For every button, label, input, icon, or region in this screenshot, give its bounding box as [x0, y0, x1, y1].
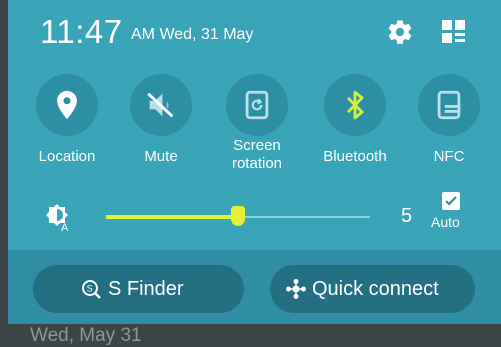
brightness-slider[interactable] [106, 206, 370, 226]
gear-icon[interactable] [386, 18, 414, 46]
check-icon [445, 196, 457, 206]
toggle-screen-rotation-button[interactable] [226, 74, 288, 136]
toggle-mute[interactable]: Mute [124, 74, 204, 182]
auto-brightness-label: Auto [431, 214, 460, 230]
s-finder-search-icon: S [82, 280, 101, 299]
toggle-nfc-button[interactable] [418, 74, 480, 136]
toggle-bluetooth[interactable]: Bluetooth [318, 74, 398, 182]
toggle-mute-button[interactable] [130, 74, 192, 136]
brightness-auto-icon: A [40, 200, 74, 234]
toggle-mute-label: Mute [144, 148, 178, 165]
clock-time: 11:47 [40, 13, 123, 50]
brightness-value: 5 [401, 205, 413, 227]
quick-connect-icon [286, 279, 306, 299]
brightness-slider-thumb[interactable] [231, 206, 245, 226]
toggle-screen-rotation[interactable]: Screen rotation [220, 74, 300, 182]
toggle-location-button[interactable] [36, 74, 98, 136]
toggle-location[interactable]: Location [30, 74, 110, 182]
toggle-bluetooth-button[interactable] [324, 74, 386, 136]
bluetooth-icon [346, 90, 364, 120]
brightness-row: A 5 Auto [8, 192, 501, 244]
svg-text:A: A [61, 222, 69, 234]
toggle-screen-rotation-label: Screen rotation [210, 137, 304, 173]
s-finder-label: S Finder [108, 278, 184, 300]
grid-edit-icon[interactable] [441, 19, 467, 45]
s-finder-button[interactable]: S S Finder [33, 265, 244, 313]
location-pin-icon [57, 90, 77, 120]
screen-rotation-icon [245, 90, 269, 120]
toggle-bluetooth-label: Bluetooth [323, 148, 387, 165]
toggle-nfc-label: NFC [433, 148, 465, 165]
status-header: 11:47 AM Wed, 31 May [8, 0, 501, 62]
speaker-muted-icon [147, 92, 174, 118]
auto-brightness-checkbox[interactable] [442, 192, 460, 210]
clock-date: AM Wed, 31 May [131, 26, 254, 43]
toggle-location-label: Location [38, 148, 96, 165]
quick-settings-panel: 11:47 AM Wed, 31 May Location Mute Scree… [8, 0, 501, 324]
svg-text:S: S [87, 284, 93, 294]
screen-rotation-label-text: Screen rotation [231, 137, 283, 172]
toggle-nfc[interactable]: NFC [412, 74, 492, 182]
brightness-slider-fill [106, 215, 238, 219]
nfc-icon [437, 90, 461, 120]
quick-connect-label: Quick connect [312, 278, 439, 300]
quick-connect-button[interactable]: Quick connect [270, 265, 475, 313]
